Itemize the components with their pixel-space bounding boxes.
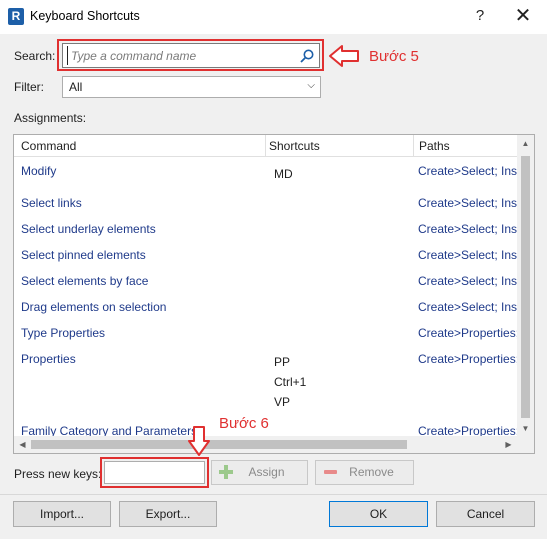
assignments-label: Assignments: [14,111,87,125]
app-logo-icon: R [8,8,24,25]
filter-select[interactable]: All ⌵ [62,76,321,98]
search-icon[interactable] [299,48,315,64]
horizontal-scroll-thumb[interactable] [31,440,407,449]
table-row-path: Create>Select; Inse [418,222,517,236]
plus-icon [219,465,233,479]
horizontal-scrollbar[interactable]: ◀ ▶ [14,436,517,453]
table-header: Command Shortcuts Paths [14,135,517,157]
table-row-path: Create>Properties; [418,326,517,340]
vertical-scrollbar[interactable]: ▲ ▼ [517,135,534,437]
table-row-command[interactable]: Type Properties [21,326,105,340]
step5-annotation: Bước 5 [369,48,419,65]
table-row-shortcut: Ctrl+1 [274,375,307,389]
press-keys-input[interactable] [105,462,204,483]
step6-annotation: Bước 6 [219,415,269,432]
minus-icon [324,470,337,474]
export-button[interactable]: Export... [119,501,217,527]
scroll-right-icon[interactable]: ▶ [500,436,517,453]
search-field[interactable] [62,43,320,68]
table-row-path: Create>Select; Inse [418,248,517,262]
footer-divider [0,494,547,495]
table-row-path: Create>Select; Inse [418,164,517,178]
press-keys-label: Press new keys: [14,467,102,481]
table-row-command[interactable]: Drag elements on selection [21,300,166,314]
search-label: Search: [14,49,56,63]
chevron-down-icon: ⌵ [307,80,315,91]
step5-arrow-icon [329,45,359,67]
table-row-shortcut: MD [274,167,293,181]
column-header-command[interactable]: Command [21,139,76,153]
close-button[interactable]: ✕ [510,4,536,28]
scroll-left-icon[interactable]: ◀ [14,436,31,453]
scroll-up-icon[interactable]: ▲ [517,135,534,152]
ok-button[interactable]: OK [329,501,428,527]
window-title: Keyboard Shortcuts [30,9,140,23]
table-row-command[interactable]: Select underlay elements [21,222,156,236]
import-button[interactable]: Import... [13,501,111,527]
column-header-shortcuts[interactable]: Shortcuts [269,139,320,153]
table-row-command[interactable]: Select elements by face [21,274,148,288]
table-row-command[interactable]: Modify [21,164,56,178]
filter-label: Filter: [14,80,44,94]
table-row-path: Create>Select; Inse [418,196,517,210]
table-row-shortcut: PP [274,355,291,369]
step6-arrow-icon [188,426,210,456]
table-row-path: Create>Select; Inse [418,274,517,288]
table-row-command[interactable]: Select links [21,196,82,210]
filter-value: All [69,80,83,94]
search-input[interactable] [67,46,295,65]
table-row-path: Create>Select; Inse [418,300,517,314]
assign-button[interactable]: Assign [211,460,308,485]
remove-button[interactable]: Remove [315,460,414,485]
press-keys-field[interactable] [104,461,205,484]
scrollbar-corner [517,436,534,453]
scroll-down-icon[interactable]: ▼ [517,420,534,437]
table-row-path: Create>Properties; [418,352,517,366]
vertical-scroll-thumb[interactable] [521,156,530,418]
column-header-paths[interactable]: Paths [419,139,450,153]
cancel-button[interactable]: Cancel [436,501,535,527]
table-row-command[interactable]: Select pinned elements [21,248,146,262]
table-row-command[interactable]: Properties [21,352,76,366]
table-row-shortcut: VP [274,395,291,409]
assignments-table[interactable]: Command Shortcuts Paths Modify MD Create… [13,134,535,454]
help-button[interactable]: ? [468,5,492,27]
remove-label: Remove [349,465,394,479]
assign-label: Assign [248,465,285,479]
